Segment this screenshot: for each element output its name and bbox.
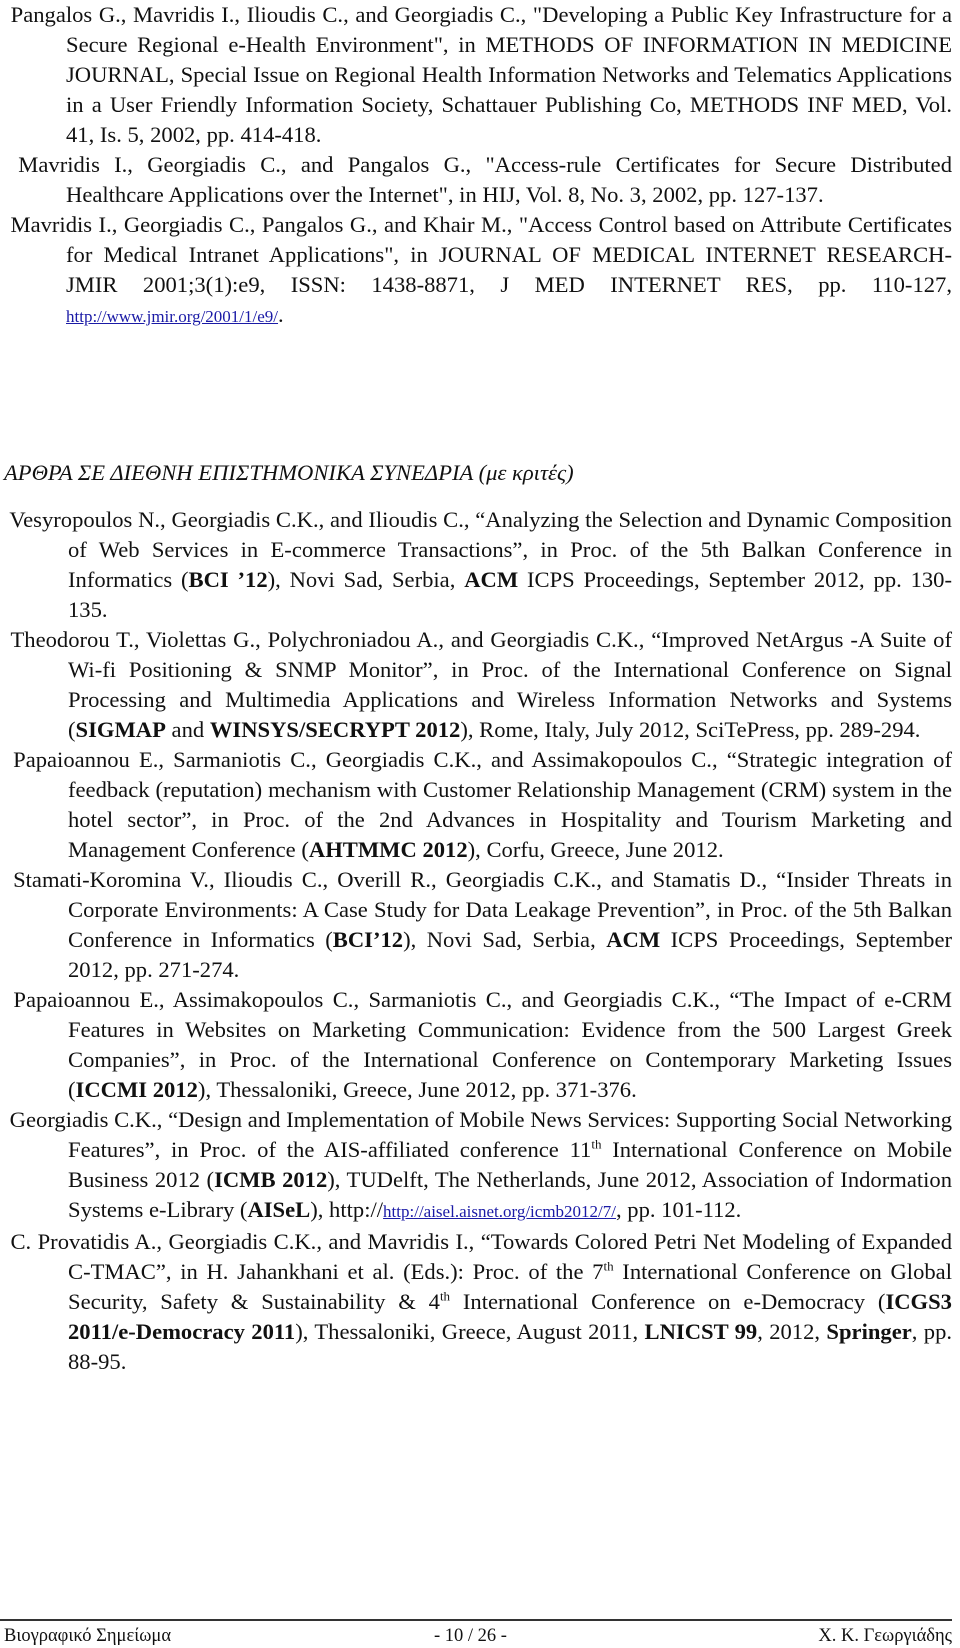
ref-bold-text: Springer (826, 1319, 912, 1344)
ref-bold-text: BCI ’12 (188, 567, 268, 592)
jmir-link[interactable]: http://www.jmir.org/2001/1/e9/ (66, 307, 278, 326)
journal-ref-j1: J.1. Mavridis I., Georgiadis C., Pangalo… (4, 210, 952, 332)
section-heading-sub: (με κριτές) (478, 460, 574, 485)
ref-bold-text: AHTMMC 2012 (308, 837, 468, 862)
ref-bold-text: ACM (464, 567, 519, 592)
ref-bold-text: WINSYS/SECRYPT 2012 (209, 717, 461, 742)
conference-ref-c50: C.50. Theodorou T., Violettas G., Polych… (4, 625, 953, 745)
ref-text: Mavridis I., Georgiadis C., Pangalos G.,… (10, 212, 952, 297)
journal-ref-j2: J.2. Mavridis I., Georgiadis C., and Pan… (4, 150, 952, 210)
ref-superscript: th (439, 1288, 451, 1304)
journal-ref-j3: J.3. Pangalos G., Mavridis I., Ilioudis … (4, 0, 952, 150)
ref-text: , 2012, (757, 1319, 827, 1344)
ref-text: ), Novi Sad, Serbia, (403, 927, 607, 952)
ref-text: Pangalos G., Mavridis I., Ilioudis C., a… (10, 2, 952, 147)
ref-text: Mavridis I., Georgiadis C., and Pangalos… (18, 152, 952, 207)
ref-text: ), Corfu, Greece, June 2012. (467, 837, 724, 862)
ref-bold-text: SIGMAP (75, 717, 166, 742)
conference-ref-c45: C.45. C. Provatidis A., Georgiadis C.K.,… (4, 1227, 952, 1377)
journal-references: J.3. Pangalos G., Mavridis I., Ilioudis … (4, 0, 952, 332)
ref-bold-text: ACM (606, 927, 661, 952)
footer-title: Βιογραφικό Σημείωμα (4, 1626, 172, 1646)
footer-rule (0, 1619, 952, 1621)
ref-bold-text: ICMB 2012 (214, 1167, 328, 1192)
conference-ref-c49: C.49. Papaioannou E., Sarmaniotis C., Ge… (4, 745, 952, 865)
conference-ref-c46: C.46. Georgiadis C.K., “Design and Imple… (4, 1105, 952, 1227)
section-heading: ΑΡΘΡΑ ΣΕ ΔΙΕΘΝΗ ΕΠΙΣΤΗΜΟΝΙΚΑ ΣΥΝΕΔΡΙΑ (μ… (4, 458, 574, 488)
ref-superscript: th (603, 1258, 614, 1274)
footer-author: Χ. Κ. Γεωργιάδης (818, 1626, 952, 1646)
page-number: - 10 / 26 - (434, 1626, 507, 1646)
ref-text: ), Novi Sad, Serbia, (267, 567, 465, 592)
ref-text-end: . (278, 302, 284, 327)
conference-ref-c51: C.51. Vesyropoulos N., Georgiadis C.K., … (4, 505, 952, 625)
page-footer: Βιογραφικό Σημείωμα - 10 / 26 - Χ. Κ. Γε… (4, 1624, 952, 1648)
ref-text: ), Rome, Italy, July 2012, SciTePress, p… (460, 717, 921, 742)
ref-text: ), Thessaloniki, Greece, June 2012, pp. … (197, 1077, 637, 1102)
conference-ref-c47: C.47. Papaioannou E., Assimakopoulos C.,… (4, 985, 952, 1105)
ref-text: ), Thessaloniki, Greece, August 2011, (295, 1319, 645, 1344)
ref-link[interactable]: http://aisel.aisnet.org/icmb2012/7/ (383, 1202, 616, 1221)
conference-ref-c48: C.48. Stamati-Koromina V., Ilioudis C., … (4, 865, 952, 985)
section-heading-main: ΑΡΘΡΑ ΣΕ ΔΙΕΘΝΗ ΕΠΙΣΤΗΜΟΝΙΚΑ ΣΥΝΕΔΡΙΑ (4, 460, 473, 485)
ref-text: , pp. 101-112. (615, 1197, 742, 1222)
ref-text: and (165, 717, 210, 742)
ref-superscript: th (591, 1136, 602, 1152)
ref-bold-text: AISeL (247, 1197, 311, 1222)
ref-text: International Conference on e-Democracy … (450, 1289, 886, 1314)
ref-bold-text: ICCMI 2012 (75, 1077, 198, 1102)
ref-bold-text: LNICST 99 (644, 1319, 758, 1344)
conference-references: C.51. Vesyropoulos N., Georgiadis C.K., … (4, 505, 952, 1377)
ref-text: ), http:// (310, 1197, 384, 1222)
ref-bold-text: BCI’12 (332, 927, 404, 952)
